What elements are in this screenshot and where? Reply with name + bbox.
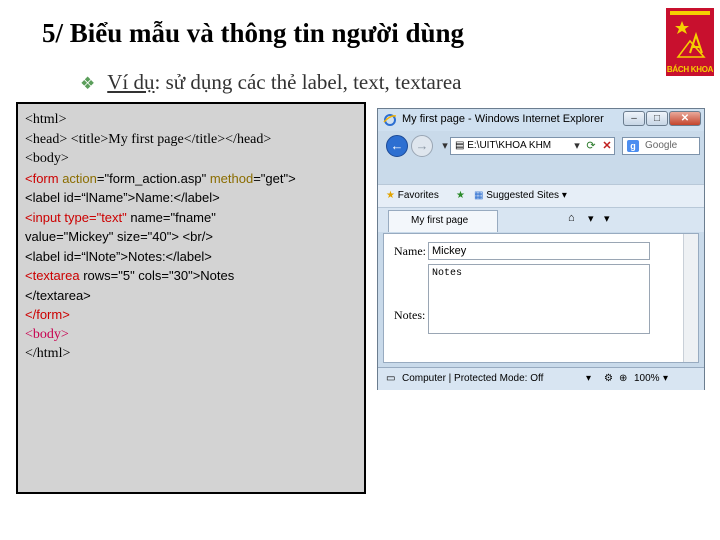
code-panel: <html> <head> <title>My first page</titl… (16, 102, 366, 494)
status-bar: ▭ Computer | Protected Mode: Off ▾ ⚙ ⊕ 1… (378, 367, 704, 390)
lock-icon: ⚙ (604, 373, 613, 384)
suggested-sites-icon: ▦ (474, 190, 484, 201)
bullet-line: ❖ Ví dụ: sử dụng các thẻ label, text, tex… (80, 70, 462, 95)
browser-window: My first page - Windows Internet Explore… (377, 108, 705, 390)
back-button[interactable]: ← (386, 135, 408, 157)
code-value: ="form_action.asp" (96, 170, 207, 186)
code-value: ="text" (88, 209, 127, 225)
google-icon: g (627, 140, 639, 152)
code-value: ="get"> (253, 170, 296, 186)
page-icon: ▤ (455, 140, 468, 151)
minimize-button[interactable]: – (623, 111, 645, 126)
close-button[interactable]: ✕ (669, 111, 701, 126)
page-content: Name: Mickey Notes Notes: (383, 233, 699, 363)
code-line: <textarea rows="5" cols="30">Notes (25, 266, 364, 286)
university-logo: BÁCH KHOA (666, 8, 714, 76)
code-rest: rows="5" cols="30">Notes (79, 268, 235, 283)
notes-label: Notes: (394, 308, 426, 322)
slide-title: 5/ Biểu mẫu và thông tin người dùng (42, 18, 465, 48)
code-line: </html> (25, 346, 71, 361)
star-icon: ★ (386, 190, 395, 201)
favorites-button[interactable]: ★ Favorites (386, 190, 439, 201)
code-tag: <input (25, 209, 61, 225)
code-line: <label id=“lNote”>Notes:</label> (25, 248, 212, 264)
zoom-level[interactable]: 100% (634, 373, 660, 384)
home-icon[interactable]: ⌂ (568, 212, 575, 224)
computer-icon: ▭ (386, 373, 396, 384)
logo-emblem-icon (675, 21, 706, 58)
vertical-scrollbar[interactable] (683, 234, 698, 362)
code-line: <body> (25, 151, 69, 166)
code-rest: name="fname" (126, 209, 216, 225)
name-label: Name: (394, 244, 426, 258)
code-attr: action (58, 170, 97, 186)
forward-button[interactable]: → (411, 135, 433, 157)
search-input[interactable]: g Google (622, 137, 700, 155)
favorites-label: Favorites (397, 190, 439, 201)
code-line: <form action="form_action.asp" method="g… (25, 169, 364, 189)
name-field[interactable]: Mickey (428, 242, 650, 260)
feeds-icon[interactable]: ▾ (588, 212, 594, 225)
code-line: <html> (25, 112, 67, 127)
window-titlebar: My first page - Windows Internet Explore… (378, 109, 704, 131)
suggested-sites-button[interactable]: ▦ Suggested Sites ▾ (474, 190, 567, 201)
tab-label: My first page (411, 215, 469, 226)
zoom-dropdown-icon[interactable]: ▾ (663, 373, 668, 384)
bullet-text: : sử dụng các thẻ label, text, textarea (154, 70, 462, 94)
tab-bar: My first page ⌂ ▾ ▾ (378, 208, 704, 232)
zoom-icon: ⊕ (619, 373, 628, 384)
stop-icon[interactable]: ✕ (598, 137, 616, 155)
notes-textarea[interactable]: Notes (428, 264, 650, 334)
favorites-add-icon[interactable]: ★ (456, 190, 465, 201)
code-tag: <textarea (25, 268, 80, 283)
bullet-diamond-icon: ❖ (80, 74, 96, 93)
bullet-lead: Ví dụ (107, 70, 155, 94)
tab-my-first-page[interactable]: My first page (388, 210, 498, 232)
maximize-button[interactable]: □ (646, 111, 668, 126)
code-attr: method (206, 170, 254, 186)
window-title: My first page - Windows Internet Explore… (402, 113, 604, 125)
code-attr: type (60, 209, 89, 225)
logo-top-strip (670, 11, 710, 15)
address-text: E:\UIT\KHOA KHM (467, 140, 552, 151)
code-line: </textarea> (25, 287, 91, 303)
search-placeholder: Google (645, 140, 678, 151)
ie-icon (383, 114, 397, 126)
feeds-dropdown-icon[interactable]: ▾ (604, 212, 610, 225)
favorites-bar: ★ Favorites ★ ▦ Suggested Sites ▾ (378, 184, 704, 208)
code-line: <head> <title>My first page</title></hea… (25, 131, 272, 147)
code-line: <body> (25, 326, 69, 342)
code-line: </form> (25, 307, 70, 322)
code-tag: <form (25, 170, 59, 186)
code-line: <label id=“lName”>Name:</label> (25, 190, 220, 205)
status-text: Computer | Protected Mode: Off (402, 373, 544, 384)
suggested-sites-label: Suggested Sites (486, 190, 560, 201)
navigation-bar: ← → ▾ ▤ E:\UIT\KHOA KHM ▾ ⟳ ✕ g Google (378, 133, 704, 159)
code-line: value="Mickey" size="40"> <br/> (25, 229, 213, 244)
logo-text: BÁCH KHOA (666, 65, 714, 74)
code-line: <input type="text" name="fname" (25, 208, 364, 228)
status-dropdown-icon[interactable]: ▾ (586, 373, 591, 384)
